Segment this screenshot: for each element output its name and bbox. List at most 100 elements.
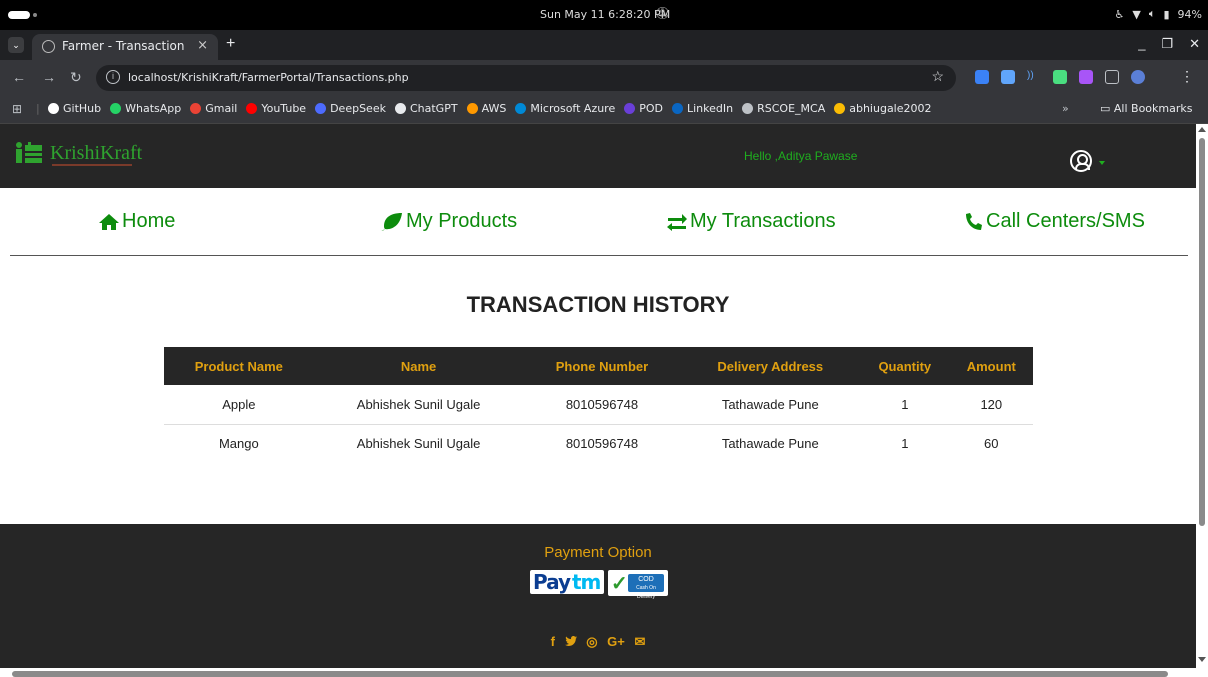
bookmark-label: Microsoft Azure (530, 102, 616, 115)
all-bookmarks-button[interactable]: ▭ All Bookmarks (1100, 102, 1192, 115)
bookmark-favicon-icon (742, 103, 754, 114)
nav-call-centers[interactable]: Call Centers/SMS (964, 210, 1145, 233)
system-clock[interactable]: Sun May 11 6:28:20 PM (540, 8, 670, 21)
nav-call-centers-label: Call Centers/SMS (986, 210, 1145, 232)
activities-indicator[interactable] (8, 11, 30, 19)
phone-icon (966, 212, 982, 230)
farmer-logo-icon[interactable] (14, 141, 44, 165)
bookmark-favicon-icon (834, 103, 846, 114)
social-links: f ◎ G+ ✉ (0, 634, 1196, 650)
site-info-icon[interactable]: i (106, 70, 120, 84)
bookmark-item[interactable]: POD (624, 102, 663, 115)
bookmark-item[interactable]: WhatsApp (110, 102, 181, 115)
more-bookmarks-button[interactable]: » (1062, 102, 1069, 115)
workspace-dot (33, 13, 37, 17)
nav-home[interactable]: Home (98, 210, 175, 233)
cell-address: Tathawade Pune (680, 385, 861, 425)
accessibility-icon[interactable]: ♿︎ (1115, 8, 1125, 21)
bookmark-separator: | (36, 102, 40, 115)
table-row: Apple Abhishek Sunil Ugale 8010596748 Ta… (164, 385, 1033, 425)
bookmark-item[interactable]: LinkedIn (672, 102, 733, 115)
paytm-logo: Pay tm (530, 570, 604, 594)
bookmark-item[interactable]: abhiugale2002 (834, 102, 932, 115)
tab-farmer-transaction[interactable]: Farmer - Transaction × (32, 34, 218, 60)
bookmark-label: GitHub (63, 102, 102, 115)
bookmark-item[interactable]: Microsoft Azure (515, 102, 615, 115)
nav-my-products[interactable]: My Products (380, 210, 517, 233)
facebook-icon[interactable]: f (551, 634, 555, 649)
extensions-puzzle-icon[interactable] (1105, 70, 1119, 84)
bookmark-item[interactable]: DeepSeek (315, 102, 386, 115)
cod-logo: ✓ COD Cash On Delivery (608, 570, 668, 600)
nav-my-transactions[interactable]: My Transactions (666, 210, 836, 233)
bookmark-favicon-icon (315, 103, 327, 114)
notifications-muted-icon: 🔕︎ (655, 6, 671, 20)
site-logo-text[interactable]: KrishiKraft (50, 142, 142, 165)
battery-icon: ▮ (1163, 7, 1170, 21)
table-header-row: Product Name Name Phone Number Delivery … (164, 347, 1033, 385)
bookmark-label: WhatsApp (125, 102, 182, 115)
extension-icon[interactable]: )) (1027, 70, 1041, 84)
paytm-pay-text: Pay (533, 570, 571, 594)
page-title: TRANSACTION HISTORY (466, 292, 730, 317)
cell-address: Tathawade Pune (721, 436, 819, 452)
bookmark-star-icon[interactable]: ☆ (931, 68, 944, 85)
reload-icon[interactable]: ↻ (70, 69, 82, 86)
vertical-scrollbar-thumb[interactable] (1199, 138, 1205, 526)
extension-icon[interactable] (1079, 70, 1093, 84)
bookmark-item[interactable]: Gmail (190, 102, 237, 115)
close-window-icon[interactable]: ✕ (1189, 36, 1200, 52)
email-icon[interactable]: ✉ (635, 634, 646, 650)
forward-icon[interactable]: → (42, 69, 56, 85)
bookmark-item[interactable]: ChatGPT (394, 102, 458, 115)
bookmarks-bar: ⊞ | GitHub WhatsApp Gmail YouTube DeepSeek Ch… (0, 96, 1208, 124)
chevron-down-icon[interactable] (1099, 161, 1105, 165)
apps-grid-icon[interactable]: ⊞ (12, 102, 22, 116)
tab-close-button[interactable]: × (197, 38, 208, 53)
bookmark-item[interactable]: RSCOE_MCA (742, 102, 825, 115)
cell-amount: 120 (949, 385, 1033, 425)
bookmark-label: Gmail (205, 102, 238, 115)
cod-sublabel: Cash On Delivery (636, 585, 656, 600)
bookmark-item[interactable]: GitHub (48, 102, 101, 115)
browser-toolbar: ← → ↻ i localhost/KrishiKraft/FarmerPort… (0, 60, 1208, 96)
scroll-down-arrow-icon[interactable] (1198, 657, 1206, 662)
home-icon (99, 213, 119, 230)
cell-product: Mango (218, 436, 259, 452)
restore-icon[interactable]: ❐ (1161, 36, 1173, 52)
nav-my-transactions-label: My Transactions (690, 210, 836, 232)
profile-avatar[interactable] (1131, 70, 1145, 84)
bookmark-label: ChatGPT (409, 102, 458, 115)
extension-icon[interactable] (975, 70, 989, 84)
new-tab-button[interactable]: + (226, 35, 235, 53)
nav-home-label: Home (122, 210, 176, 232)
user-account-icon[interactable] (1070, 150, 1092, 172)
volume-icon: 🔈︎ (1148, 7, 1156, 20)
bookmark-label: AWS (481, 102, 507, 115)
column-header: Phone Number (523, 347, 681, 385)
exchange-icon (667, 213, 687, 231)
instagram-icon[interactable]: ◎ (586, 634, 597, 650)
scroll-up-arrow-icon[interactable] (1198, 127, 1206, 132)
minimize-icon[interactable]: _ (1138, 36, 1145, 52)
twitter-icon[interactable] (564, 634, 577, 649)
transaction-table: Product Name Name Phone Number Delivery … (164, 347, 1033, 463)
cod-badge: COD Cash On Delivery (628, 574, 664, 600)
tab-search-chevron-icon[interactable]: ⌄ (8, 37, 24, 53)
horizontal-scrollbar-thumb[interactable] (12, 671, 1168, 677)
bookmark-item[interactable]: YouTube (246, 102, 306, 115)
cell-phone: 8010596748 (523, 385, 681, 425)
bookmark-favicon-icon (190, 103, 202, 114)
browser-menu-icon[interactable]: ⋮ (1180, 68, 1194, 85)
google-plus-icon[interactable]: G+ (607, 634, 625, 649)
extension-icon[interactable] (1001, 70, 1015, 84)
bookmark-item[interactable]: AWS (466, 102, 507, 115)
extension-icon[interactable] (1053, 70, 1067, 84)
url-text[interactable]: localhost/KrishiKraft/FarmerPortal/Trans… (128, 71, 409, 84)
tab-title: Farmer - Transaction (62, 39, 185, 53)
back-icon[interactable]: ← (12, 69, 26, 85)
bookmark-label: POD (639, 102, 663, 115)
system-tray[interactable]: ♿︎ ▼ 🔈︎ ▮ 94% (1115, 7, 1202, 21)
address-bar[interactable]: i localhost/KrishiKraft/FarmerPortal/Tra… (96, 65, 956, 91)
bookmark-favicon-icon (466, 103, 478, 114)
